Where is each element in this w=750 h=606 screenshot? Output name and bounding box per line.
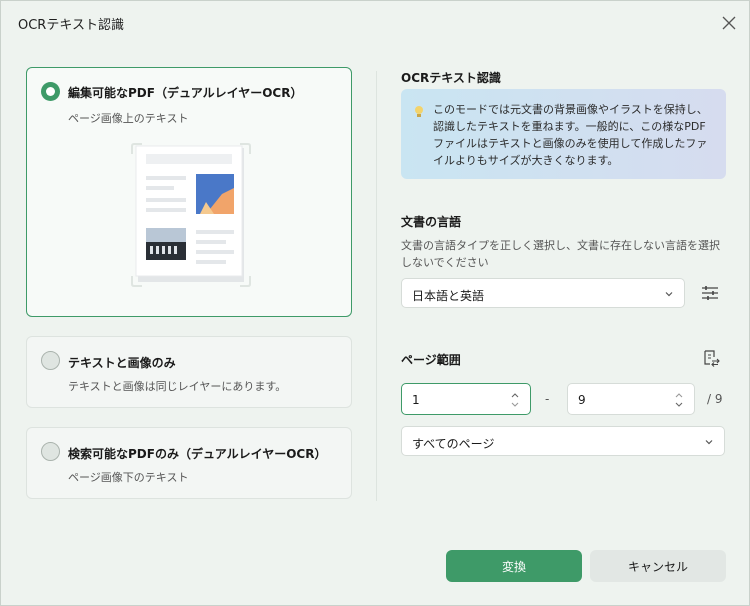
language-settings-button[interactable] (698, 281, 722, 305)
option-subtitle: ページ画像下のテキスト (68, 471, 189, 484)
radio-searchable-pdf[interactable] (41, 442, 60, 461)
option-title: 編集可能なPDF（デュアルレイヤーOCR） (68, 86, 303, 100)
close-button[interactable] (717, 11, 741, 35)
language-description: 文書の言語タイプを正しく選択し、文書に存在しない言語を選択しないでください (401, 239, 720, 269)
page-from-value: 1 (412, 393, 420, 407)
chevron-down-icon (665, 292, 673, 297)
page-from-input[interactable]: 1 (401, 383, 531, 415)
language-heading: 文書の言語 (401, 215, 462, 229)
radio-editable-pdf[interactable] (41, 82, 60, 101)
option-subtitle: ページ画像上のテキスト (68, 112, 189, 125)
range-dash: - (545, 392, 550, 406)
lightbulb-icon (415, 106, 423, 117)
radio-text-and-images[interactable] (41, 351, 60, 370)
document-illustration-icon (131, 143, 251, 287)
page-range-swap-button[interactable] (699, 346, 723, 370)
stepper-arrows-icon[interactable] (674, 390, 684, 410)
option-subtitle: テキストと画像は同じレイヤーにあります。 (68, 380, 287, 393)
ocr-dialog: OCRテキスト認識 編集可能なPDF（デュアルレイヤーOCR） ページ画像上のテ… (0, 0, 750, 606)
document-swap-icon (704, 350, 720, 367)
info-text: このモードでは元文書の背景画像やイラストを保持し、認識したテキストを重ねます。一… (433, 103, 708, 167)
page-scope-select[interactable]: すべてのページ (401, 426, 725, 456)
language-select[interactable]: 日本語と英語 (401, 278, 685, 308)
option-editable-pdf[interactable]: 編集可能なPDF（デュアルレイヤーOCR） ページ画像上のテキスト (26, 67, 352, 317)
close-icon (722, 16, 736, 30)
convert-button[interactable]: 変換 (446, 550, 582, 582)
page-scope-value: すべてのページ (412, 437, 495, 451)
cancel-button[interactable]: キャンセル (590, 550, 726, 582)
page-to-input[interactable]: 9 (567, 383, 695, 415)
info-box: このモードでは元文書の背景画像やイラストを保持し、認識したテキストを重ねます。一… (401, 89, 726, 179)
page-total: / 9 (707, 392, 723, 406)
stepper-arrows-icon[interactable] (510, 390, 520, 410)
chevron-down-icon (705, 440, 713, 445)
option-searchable-pdf[interactable]: 検索可能なPDFのみ（デュアルレイヤーOCR） ページ画像下のテキスト (26, 427, 352, 499)
page-to-value: 9 (578, 393, 586, 407)
dialog-title: OCRテキスト認識 (18, 18, 124, 33)
ocr-heading: OCRテキスト認識 (401, 71, 501, 85)
column-divider (376, 71, 377, 501)
option-title: 検索可能なPDFのみ（デュアルレイヤーOCR） (68, 447, 327, 461)
page-range-heading: ページ範囲 (401, 353, 461, 367)
language-select-value: 日本語と英語 (412, 289, 485, 303)
option-text-and-images[interactable]: テキストと画像のみ テキストと画像は同じレイヤーにあります。 (26, 336, 352, 408)
option-title: テキストと画像のみ (68, 356, 176, 370)
sliders-icon (702, 286, 718, 300)
